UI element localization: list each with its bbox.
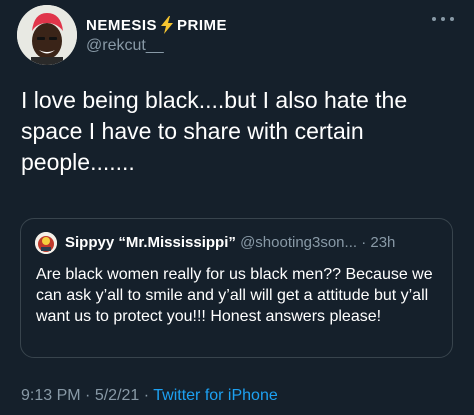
quoted-author-name: Sippyy “Mr.Mississippi” [65,234,236,251]
more-horizontal-icon[interactable] [432,14,454,24]
author-handle[interactable]: @rekcut__ [86,37,164,55]
tweet-time[interactable]: 9:13 PM [21,387,81,404]
quoted-header: Sippyy “Mr.Mississippi” @shooting3son...… [65,234,443,251]
meta-separator: · [143,387,150,404]
tweet-date[interactable]: 5/2/21 [95,387,139,404]
quoted-author-handle: @shooting3son... [240,234,358,251]
quoted-time: 23h [370,234,396,251]
tweet: NEMESIS PRIME @rekcut__ I love being bla… [0,0,474,415]
author-avatar[interactable] [17,5,77,65]
quoted-tweet[interactable]: Sippyy “Mr.Mississippi” @shooting3son...… [20,218,453,358]
tweet-source-link[interactable]: Twitter for iPhone [153,387,278,404]
quoted-separator: · [361,234,367,251]
tweet-text: I love being black....but I also hate th… [21,87,408,175]
tweet-meta: 9:13 PM · 5/2/21 · Twitter for iPhone [21,387,278,405]
quoted-text: Are black women really for us black men?… [36,266,433,325]
meta-separator: · [85,387,91,404]
author-avatar-image [17,5,77,65]
quoted-author-avatar [35,232,57,254]
author-name-part1: NEMESIS [86,16,158,34]
author-name-part2: PRIME [177,16,228,34]
lightning-bolt-icon [160,16,174,34]
author-name[interactable]: NEMESIS PRIME [86,16,227,34]
